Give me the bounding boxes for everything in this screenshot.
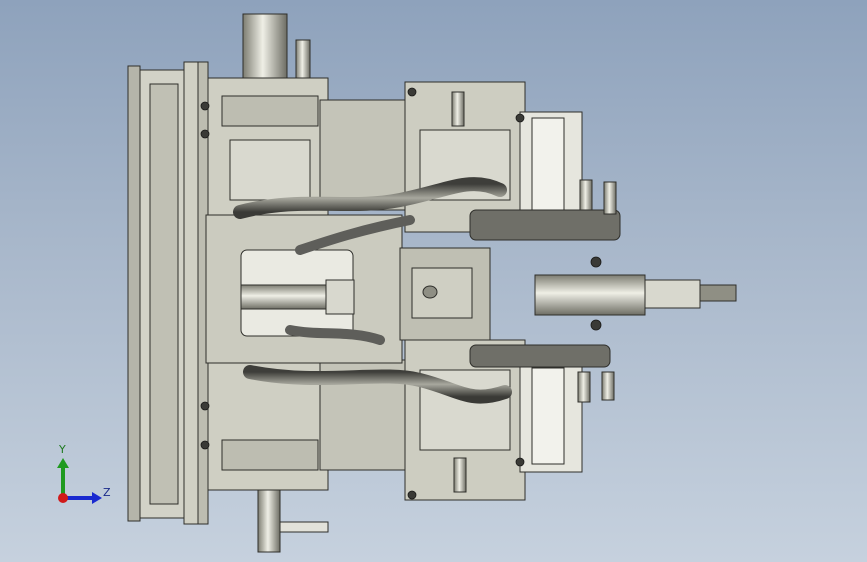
- fitting-2: [603, 181, 617, 215]
- bottom-handle: [279, 521, 329, 533]
- bolt: [200, 401, 210, 411]
- right-plate-bottom-inner: [531, 367, 565, 465]
- center-cylinder: [240, 284, 330, 310]
- left-flange-face: [149, 83, 179, 505]
- bolt: [200, 129, 210, 139]
- bolt: [200, 440, 210, 450]
- center-block-hole: [422, 285, 438, 299]
- top-cylinder: [242, 13, 288, 79]
- right-rod: [644, 279, 701, 309]
- fitting-6: [453, 457, 467, 493]
- right-plate-top-inner: [531, 117, 565, 219]
- right-cylinder: [534, 274, 646, 316]
- cad-viewport[interactable]: Y Z: [0, 0, 867, 562]
- cad-model-assembly[interactable]: [0, 0, 867, 562]
- upper-frame-inner-2: [229, 139, 311, 201]
- upper-arm: [469, 209, 621, 241]
- bolt: [590, 319, 602, 331]
- fitting-4: [601, 371, 615, 401]
- bolt: [590, 256, 602, 268]
- lower-arm: [469, 344, 611, 368]
- right-rod-tip: [699, 284, 737, 302]
- triad-z-label: Z: [103, 486, 111, 499]
- center-clamp: [325, 279, 355, 315]
- bolt: [407, 490, 417, 500]
- bolt: [407, 87, 417, 97]
- bolt: [515, 113, 525, 123]
- left-flange-rim: [127, 65, 141, 522]
- bolt: [515, 457, 525, 467]
- top-rod-1: [295, 39, 311, 83]
- upper-frame-inner: [221, 95, 319, 127]
- bolt: [200, 101, 210, 111]
- triad-y-label: Y: [59, 443, 66, 456]
- fitting-3: [577, 371, 591, 403]
- lower-frame-inner: [221, 439, 319, 471]
- fitting-1: [579, 179, 593, 211]
- center-block-face: [411, 267, 473, 319]
- fitting-5: [451, 91, 465, 127]
